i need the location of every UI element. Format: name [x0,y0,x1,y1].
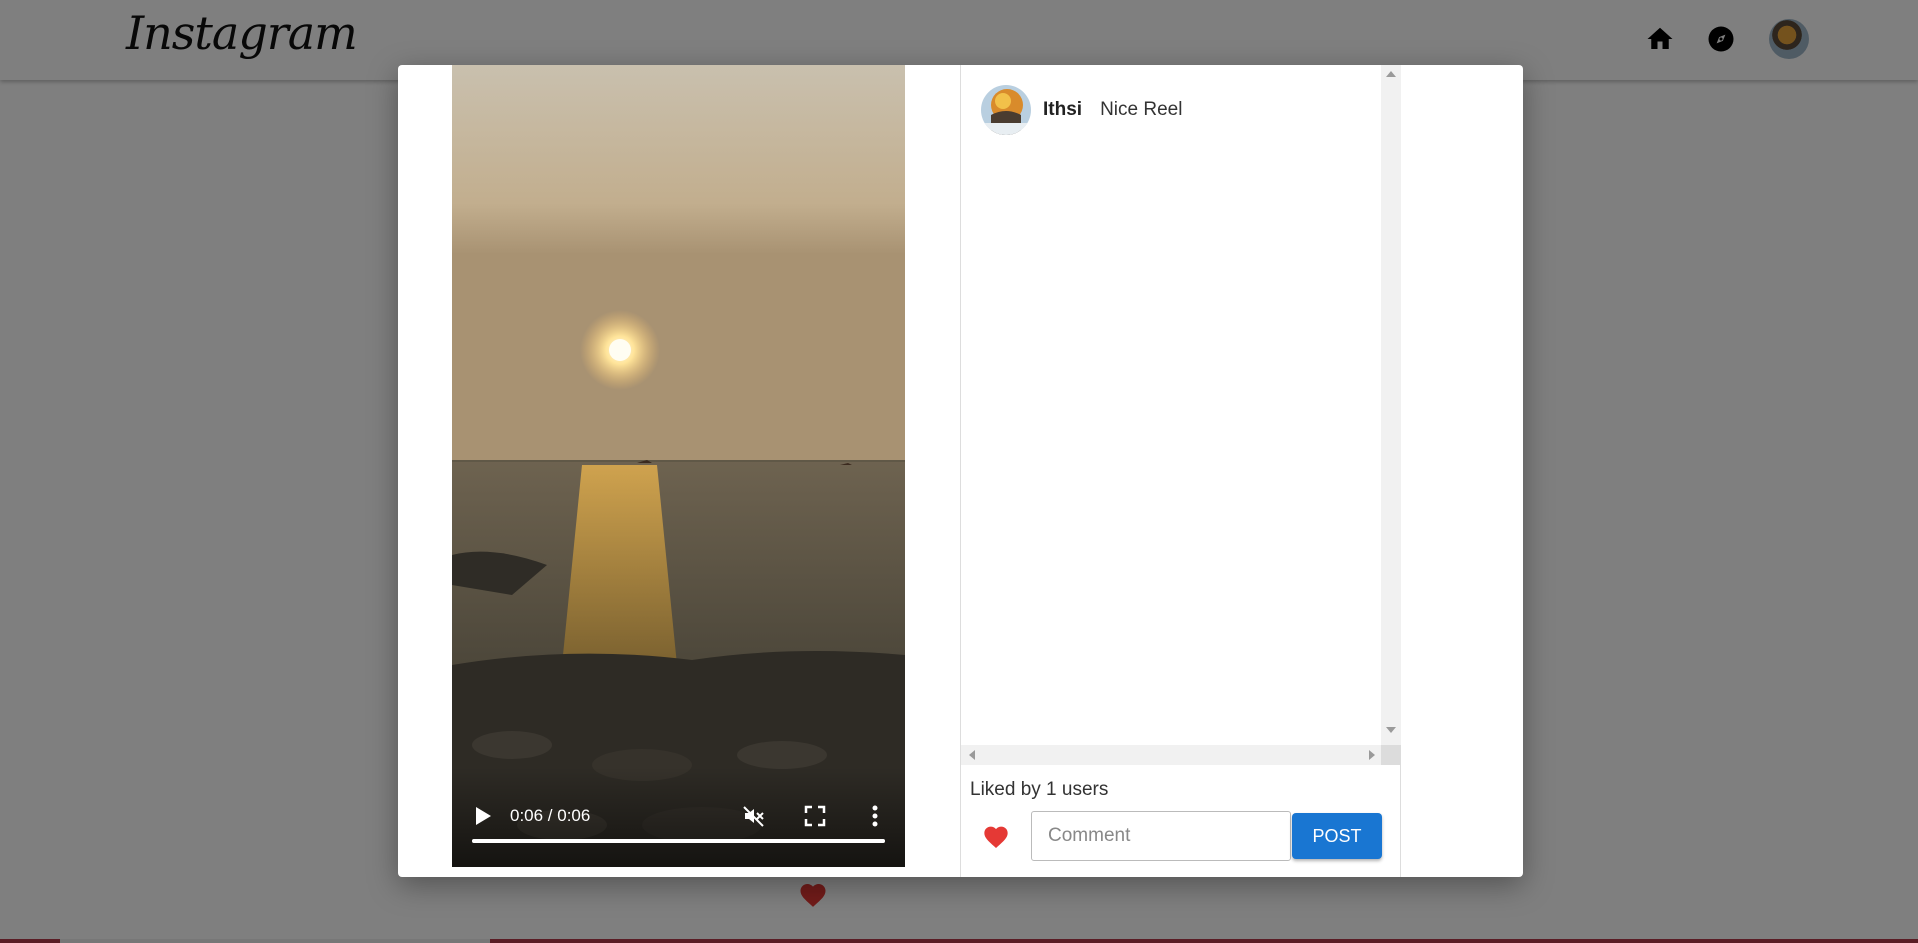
video-controls-bar: 0:06 / 0:06 [452,767,905,867]
more-options-icon[interactable] [871,804,879,828]
like-heart-icon[interactable] [982,823,1010,849]
play-icon[interactable] [474,806,492,826]
comment-input[interactable] [1031,811,1291,861]
scroll-down-arrow-icon[interactable] [1386,727,1396,733]
video-time-display: 0:06 / 0:06 [510,806,591,825]
horizontal-scrollbar[interactable] [961,745,1381,765]
sunset-video-frame [452,65,905,867]
comment-username[interactable]: Ithsi [1043,99,1082,121]
scroll-right-arrow-icon[interactable] [1369,750,1375,760]
mute-icon[interactable] [742,804,766,828]
fullscreen-icon[interactable] [804,805,826,827]
vertical-scrollbar[interactable] [1381,65,1401,745]
comment-item: Ithsi Nice Reel [981,85,1182,135]
reel-video-player[interactable]: 0:06 / 0:06 [452,65,905,867]
video-progress-fill [472,839,885,843]
comments-panel: Ithsi Nice Reel Liked by 1 users POST [960,65,1401,877]
post-modal: 0:06 / 0:06 Ithsi Nice Reel Liked by 1 u… [398,65,1523,877]
scrollbar-corner [1381,745,1401,765]
likes-count: Liked by 1 users [970,779,1109,800]
comments-scroll-area[interactable]: Ithsi Nice Reel [961,65,1401,765]
post-comment-button[interactable]: POST [1292,813,1382,859]
scroll-left-arrow-icon[interactable] [969,750,975,760]
scroll-up-arrow-icon[interactable] [1386,71,1396,77]
commenter-avatar[interactable] [981,85,1031,135]
comment-text: Nice Reel [1100,99,1183,120]
video-progress-track[interactable] [472,839,885,843]
